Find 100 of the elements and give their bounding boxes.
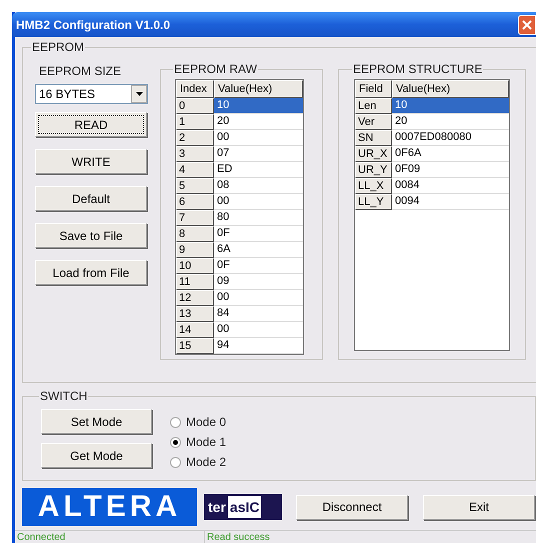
disconnect-button[interactable]: Disconnect [296,494,408,520]
row-header-cell: 14 [176,322,214,338]
row-header-cell: 15 [176,338,214,354]
row-header-cell: 9 [176,242,214,258]
action-button[interactable]: Load from File [35,260,147,285]
radio-icon [170,456,181,468]
table-row[interactable]: 2 00 [176,130,303,146]
row-header-cell: Ver [355,114,392,130]
table-cell: 80 [214,210,303,226]
table-row[interactable]: 0 10 [176,98,303,114]
group-title: EEPROM [31,39,86,56]
table-row[interactable]: 8 0F [176,226,303,242]
radio-option[interactable]: Mode 2 [170,454,226,470]
table-cell: 0084 [392,178,509,194]
action-button[interactable]: Default [35,186,147,211]
close-button[interactable] [518,14,536,34]
table-cell: 20 [214,114,303,130]
table-row[interactable]: 9 6A [176,242,303,258]
row-header-cell: SN [355,130,392,146]
table-cell: 0F [214,226,303,242]
radio-icon [170,416,181,428]
radio-icon [170,436,181,448]
row-header-cell: 10 [176,258,214,274]
row-header-cell: 0 [176,98,214,114]
table-cell: 0094 [392,194,509,210]
table-cell: 07 [214,146,303,162]
table-row[interactable]: Len 10 [355,98,509,114]
table-cell: 00 [214,194,303,210]
table-row[interactable]: 12 00 [176,290,303,306]
table-cell: 00 [214,130,303,146]
row-header-cell: 5 [176,178,214,194]
table-row[interactable]: 10 0F [176,258,303,274]
row-header-cell: LL_Y [355,194,392,210]
radio-option[interactable]: Mode 0 [170,414,226,430]
table-cell: 10 [392,98,509,114]
row-header-cell: 8 [176,226,214,242]
dropdown-value: 16 BYTES [39,86,96,103]
column-header: Field [355,80,392,98]
mode-button[interactable]: Get Mode [41,443,152,468]
table-row[interactable]: 7 80 [176,210,303,226]
table-row[interactable]: LL_X 0084 [355,178,509,194]
status-text: Read success [206,531,270,543]
radio-label: Mode 2 [186,454,226,471]
column-header: Value(Hex) [392,80,509,98]
action-button[interactable]: READ [35,112,147,137]
caret-icon [136,92,142,96]
row-header-cell: UR_Y [355,162,392,178]
row-header-cell: 3 [176,146,214,162]
radio-label: Mode 0 [186,414,226,431]
table-row[interactable]: 1 20 [176,114,303,130]
table-row[interactable]: Ver 20 [355,114,509,130]
group-title: SWITCH [39,388,88,405]
row-header-cell: UR_X [355,146,392,162]
table-row[interactable]: 15 94 [176,338,303,354]
row-header-cell: 2 [176,130,214,146]
table-row[interactable]: 13 84 [176,306,303,322]
table-cell: 84 [214,306,303,322]
exit-button[interactable]: Exit [423,494,535,520]
row-header-cell: 7 [176,210,214,226]
table-row[interactable]: 5 08 [176,178,303,194]
row-header-cell: Len [355,98,392,114]
altera-logo: ALTERA [22,488,197,526]
row-header-cell: 11 [176,274,214,290]
table-row[interactable]: 4 ED [176,162,303,178]
status-text: Connected [15,531,205,543]
close-icon [522,20,532,30]
table-cell: 0F [214,258,303,274]
column-header: Value(Hex) [214,80,303,98]
table-cell: 00 [214,322,303,338]
table-cell: 94 [214,338,303,354]
size-label: EEPROM SIZE [39,63,122,80]
table-row[interactable]: 3 07 [176,146,303,162]
group-title: EEPROM RAW [173,61,258,78]
mode-button[interactable]: Set Mode [41,409,152,434]
table-cell: ED [214,162,303,178]
table-cell: 08 [214,178,303,194]
action-button[interactable]: WRITE [35,149,147,174]
radio-option[interactable]: Mode 1 [170,434,226,450]
row-header-cell: 13 [176,306,214,322]
table-row[interactable]: 6 00 [176,194,303,210]
radio-label: Mode 1 [186,434,226,451]
terasic-logo: ter asIC [204,494,282,520]
table-row[interactable]: UR_X 0F6A [355,146,509,162]
table-cell: 10 [214,98,303,114]
table-cell: 09 [214,274,303,290]
row-header-cell: 4 [176,162,214,178]
table-cell: 20 [392,114,509,130]
table-cell: 0F09 [392,162,509,178]
table-row[interactable]: 14 00 [176,322,303,338]
row-header-cell: LL_X [355,178,392,194]
group-title: EEPROM STRUCTURE [352,61,484,78]
table-row[interactable]: SN 0007ED080080 [355,130,509,146]
column-header: Index [176,80,214,98]
table-row[interactable]: 11 09 [176,274,303,290]
action-button[interactable]: Save to File [35,223,147,248]
table-row[interactable]: LL_Y 0094 [355,194,509,210]
size-dropdown[interactable]: 16 BYTES [35,84,148,104]
table-cell: 6A [214,242,303,258]
table-row[interactable]: UR_Y 0F09 [355,162,509,178]
row-header-cell: 12 [176,290,214,306]
